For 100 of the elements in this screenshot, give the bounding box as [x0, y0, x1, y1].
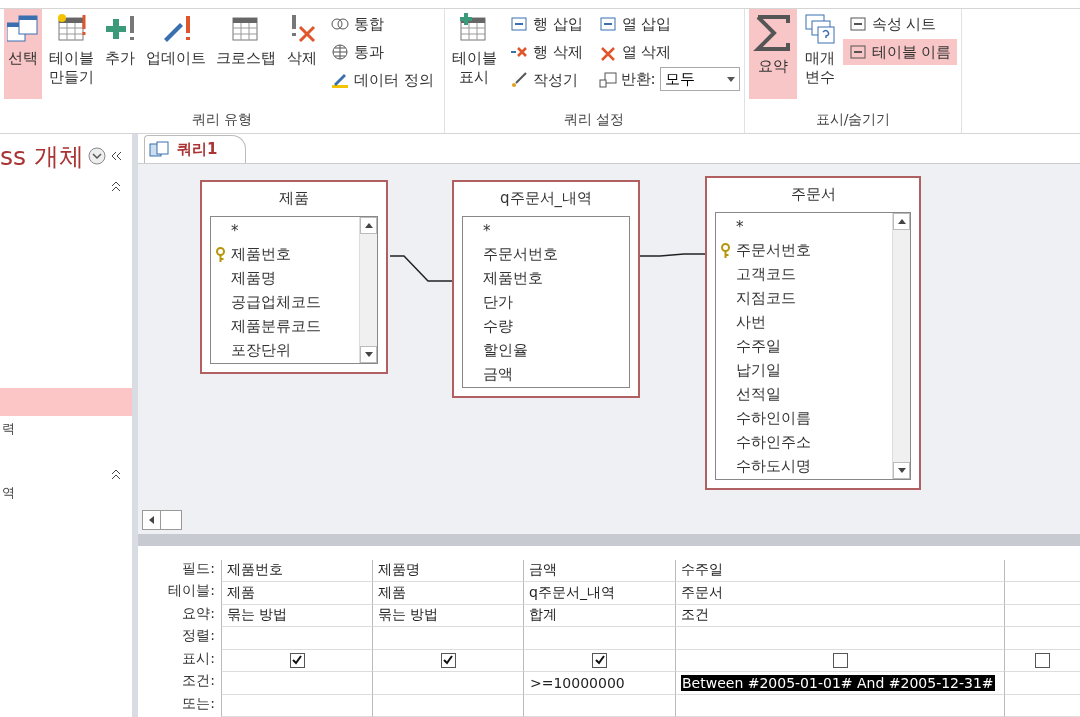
ribbon-button[interactable]: 추가 — [101, 9, 139, 99]
grid-cell[interactable]: >=10000000 — [523, 672, 675, 695]
ribbon-button[interactable]: 테이블 만들기 — [46, 9, 97, 99]
ribbon-button[interactable]: 열 삽입 — [592, 11, 740, 37]
field-item[interactable]: 수하인이름 — [718, 406, 892, 431]
field-item[interactable]: 제품분류코드 — [213, 314, 359, 339]
grid-cell[interactable] — [221, 627, 372, 650]
ribbon-button[interactable]: 데이터 정의 — [325, 67, 440, 93]
ribbon-button[interactable]: 요약 — [748, 9, 797, 99]
ribbon-button[interactable]: 행 삭제 — [503, 39, 589, 65]
grid-cell[interactable]: 제품 — [221, 582, 372, 605]
field-item[interactable]: 공급업체코드 — [213, 290, 359, 315]
field-item[interactable]: 수량 — [465, 314, 629, 339]
field-item[interactable]: 고객코드 — [718, 262, 892, 287]
grid-cell[interactable] — [221, 649, 372, 672]
ribbon-button[interactable]: 테이블 이름 — [842, 39, 958, 65]
return-dropdown[interactable]: 모두 — [659, 67, 740, 91]
ribbon-button[interactable]: 속성 시트 — [842, 11, 958, 37]
grid-cell[interactable]: 묶는 방법 — [372, 604, 523, 627]
field-item[interactable]: 할인율 — [465, 338, 629, 363]
field-item[interactable]: * — [465, 218, 629, 243]
field-item[interactable]: * — [718, 214, 892, 239]
section-collapse-icon[interactable] — [110, 468, 122, 480]
ribbon-button[interactable]: 선택 — [4, 9, 42, 99]
grid-cell[interactable] — [1004, 694, 1080, 717]
ribbon-button[interactable]: 열 삭제 — [592, 39, 740, 65]
grid-cell[interactable]: 수주일 — [675, 559, 1004, 582]
ribbon-button[interactable]: 통과 — [325, 39, 440, 65]
section-collapse-icon[interactable] — [110, 180, 122, 192]
grid-cell[interactable] — [523, 694, 675, 717]
tables-icon — [7, 13, 39, 45]
grid-cell[interactable] — [372, 627, 523, 650]
key-icon — [720, 242, 731, 259]
grid-cell[interactable] — [1004, 672, 1080, 695]
checkbox[interactable] — [1035, 652, 1050, 668]
grid-cell[interactable]: 금액 — [523, 559, 675, 582]
checkbox[interactable] — [832, 652, 848, 668]
ribbon-button[interactable]: 통합 — [325, 11, 440, 37]
field-item[interactable]: 주문서번호 — [718, 238, 892, 263]
field-item[interactable]: 수하도시명 — [718, 454, 892, 479]
checkbox[interactable] — [440, 652, 456, 668]
field-item[interactable]: 제품명 — [213, 266, 359, 291]
ribbon-button[interactable]: 작성기 — [503, 67, 589, 93]
nav-item[interactable]: 력 — [0, 416, 132, 444]
field-item[interactable]: 수하인주소 — [718, 430, 892, 455]
grid-cell[interactable]: 주문서 — [675, 582, 1004, 605]
grid-cell[interactable] — [1004, 627, 1080, 650]
grid-cell[interactable]: 제품 — [372, 582, 523, 605]
up-arrow-icon — [364, 222, 373, 228]
grid-cell[interactable] — [1004, 604, 1080, 627]
collapse-icon[interactable] — [110, 150, 122, 162]
grid-cell[interactable] — [221, 672, 372, 695]
grid-cell[interactable] — [523, 649, 675, 672]
field-item[interactable]: * — [213, 218, 359, 243]
table-box[interactable]: 제품 * 제품번호 제품명 공급업체코드 제품분류코드 포장단위 — [200, 179, 388, 374]
field-item[interactable]: 금액 — [465, 362, 629, 387]
grid-cell[interactable] — [372, 649, 523, 672]
nav-item[interactable]: 역 — [0, 480, 132, 508]
table-box[interactable]: q주문서_내역 * 주문서번호 제품번호 단가 수량 할인율 금액 — [452, 179, 640, 398]
field-item[interactable]: 포장단위 — [213, 338, 359, 363]
field-item[interactable]: 제품번호 — [465, 266, 629, 291]
ribbon-button[interactable]: 행 삽입 — [503, 11, 589, 37]
field-item[interactable]: 단가 — [465, 290, 629, 315]
table-box[interactable]: 주문서 * 주문서번호 고객코드 지점코드 사번 수주일 납기일 선적일 수하인이름 수하인주소 수하도시명 — [705, 175, 921, 490]
ribbon-button[interactable]: 테이블 표시 — [448, 9, 500, 99]
grid-cell[interactable]: q주문서_내역 — [523, 582, 675, 605]
ribbon-button[interactable]: 매개 변수 — [800, 9, 839, 99]
field-item[interactable]: 선적일 — [718, 382, 892, 407]
field-item[interactable]: 제품번호 — [213, 242, 359, 267]
nav-item[interactable] — [0, 388, 132, 416]
scrollbar[interactable] — [359, 216, 377, 363]
ribbon-button[interactable]: 업데이트 — [143, 9, 209, 99]
grid-cell[interactable] — [675, 694, 1004, 717]
grid-cell[interactable] — [1004, 582, 1080, 605]
grid-cell[interactable] — [1004, 649, 1080, 672]
checkbox[interactable] — [289, 652, 305, 668]
grid-cell[interactable] — [675, 627, 1004, 650]
document-tab[interactable]: 쿼리1 — [144, 134, 247, 163]
grid-cell[interactable]: 조건 — [675, 604, 1004, 627]
ribbon-button[interactable]: 크로스탭 — [213, 9, 279, 99]
windows-icon — [803, 13, 836, 45]
field-item[interactable]: 납기일 — [718, 358, 892, 383]
grid-cell[interactable]: 묶는 방법 — [221, 604, 372, 627]
field-item[interactable]: 수주일 — [718, 334, 892, 359]
grid-cell[interactable]: 제품명 — [372, 559, 523, 582]
grid-cell[interactable] — [675, 649, 1004, 672]
grid-cell[interactable] — [372, 694, 523, 717]
grid-cell[interactable]: 합계 — [523, 604, 675, 627]
field-item[interactable]: 사번 — [718, 310, 892, 335]
field-item[interactable]: 지점코드 — [718, 286, 892, 311]
grid-cell[interactable] — [372, 672, 523, 695]
horizontal-scrollbar[interactable] — [142, 509, 182, 530]
grid-cell[interactable] — [221, 694, 372, 717]
grid-cell[interactable] — [523, 627, 675, 650]
checkbox[interactable] — [592, 652, 607, 668]
scrollbar[interactable] — [892, 212, 910, 479]
grid-cell[interactable]: 제품번호 — [221, 559, 372, 582]
field-item[interactable]: 주문서번호 — [465, 242, 629, 267]
ribbon-button[interactable]: 삭제 — [283, 9, 321, 99]
grid-cell[interactable] — [1004, 559, 1080, 582]
